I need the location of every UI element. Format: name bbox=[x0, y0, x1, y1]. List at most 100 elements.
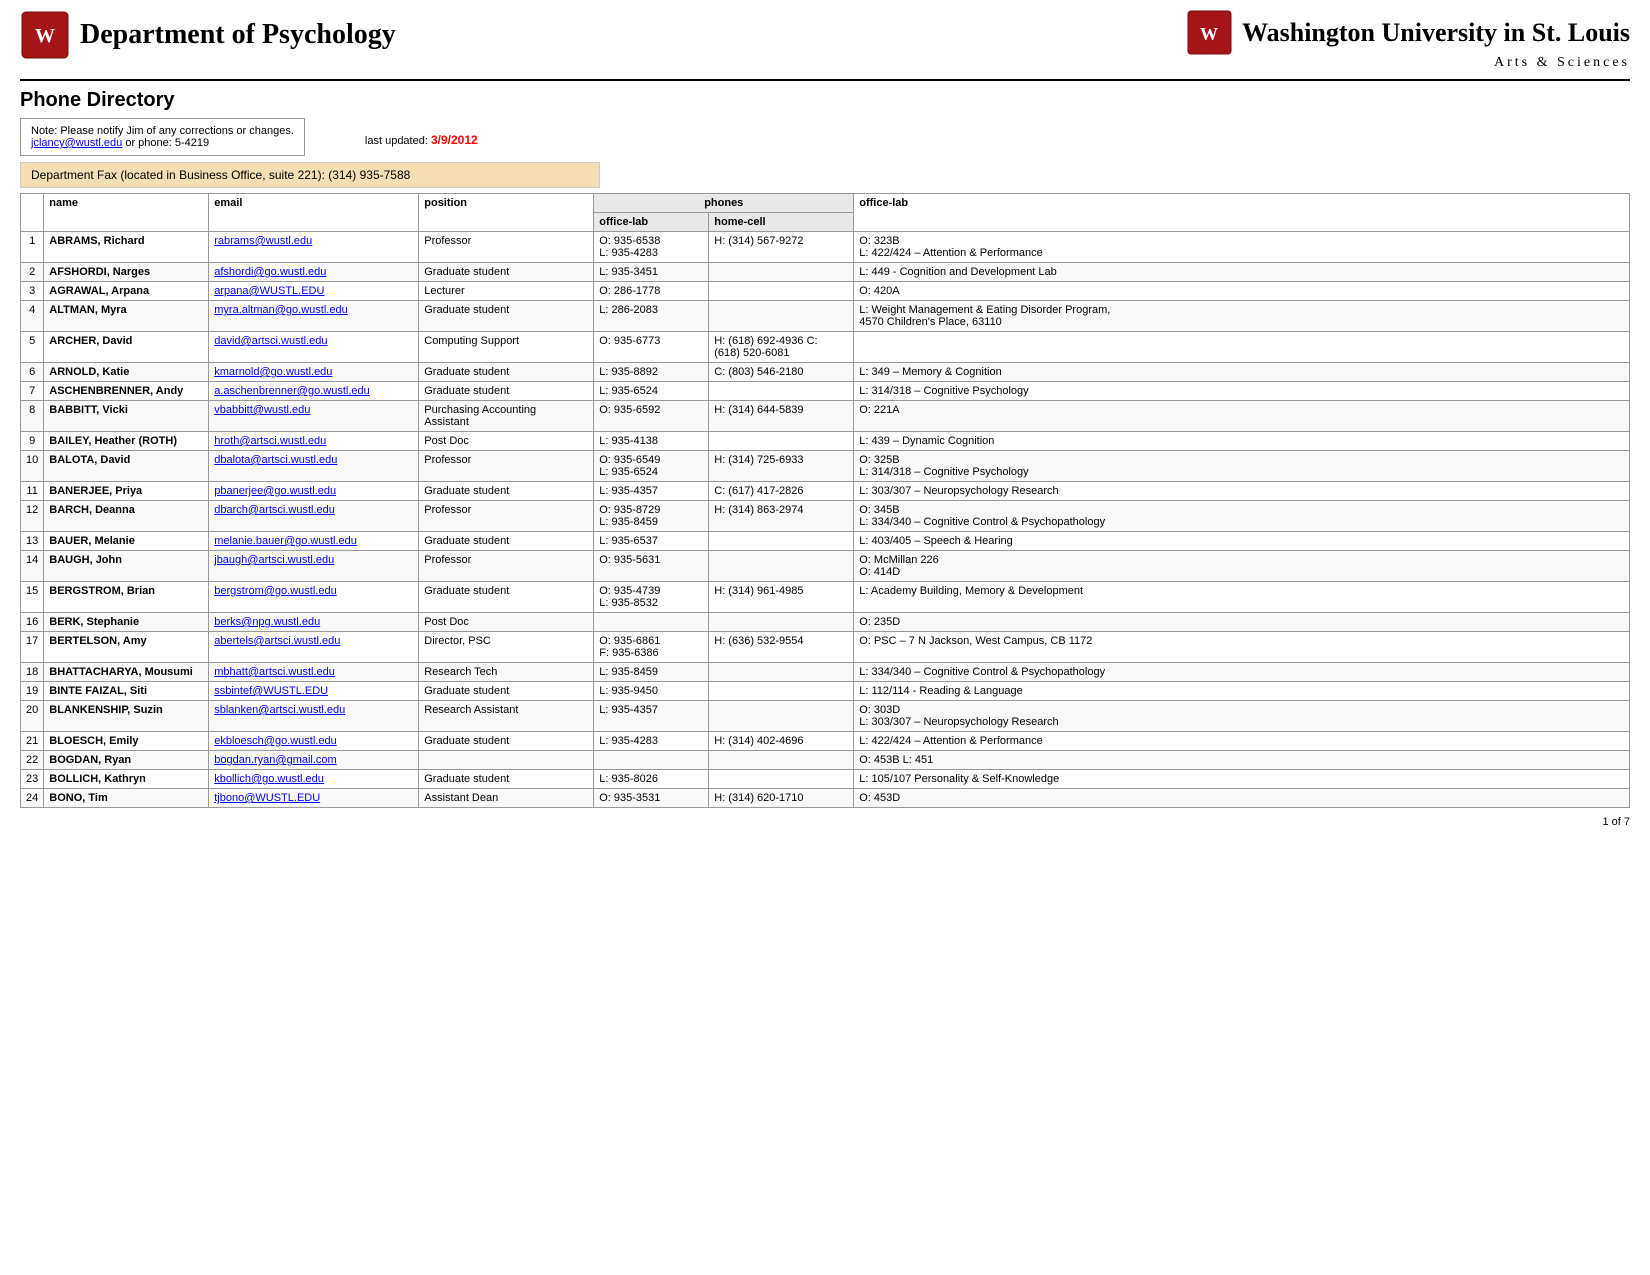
row-email[interactable]: berks@npg.wustl.edu bbox=[209, 613, 419, 632]
row-position: Graduate student bbox=[419, 363, 594, 382]
arts-sciences: Arts & Sciences bbox=[1494, 55, 1630, 71]
row-email[interactable]: dbarch@artsci.wustl.edu bbox=[209, 501, 419, 532]
row-email[interactable]: arpana@WUSTL.EDU bbox=[209, 282, 419, 301]
table-row: 5ARCHER, Daviddavid@artsci.wustl.eduComp… bbox=[21, 332, 1630, 363]
row-email[interactable]: tjbono@WUSTL.EDU bbox=[209, 789, 419, 808]
row-position: Graduate student bbox=[419, 482, 594, 501]
row-office-lab: L: Academy Building, Memory & Developmen… bbox=[854, 582, 1630, 613]
row-office-lab: O: 323B L: 422/424 – Attention & Perform… bbox=[854, 232, 1630, 263]
row-email[interactable]: sblanken@artsci.wustl.edu bbox=[209, 701, 419, 732]
wustl-shield-icon: W bbox=[20, 10, 70, 60]
row-email[interactable]: pbanerjee@go.wustl.edu bbox=[209, 482, 419, 501]
row-position: Computing Support bbox=[419, 332, 594, 363]
row-email[interactable]: ssbintef@WUSTL.EDU bbox=[209, 682, 419, 701]
row-email[interactable]: mbhatt@artsci.wustl.edu bbox=[209, 663, 419, 682]
row-name: BLANKENSHIP, Suzin bbox=[44, 701, 209, 732]
table-row: 22BOGDAN, Ryanbogdan.ryan@gmail.comO: 45… bbox=[21, 751, 1630, 770]
row-position: Graduate student bbox=[419, 301, 594, 332]
row-home-cell bbox=[709, 682, 854, 701]
row-office-lab: O: 453B L: 451 bbox=[854, 751, 1630, 770]
row-email[interactable]: bogdan.ryan@gmail.com bbox=[209, 751, 419, 770]
row-email[interactable]: melanie.bauer@go.wustl.edu bbox=[209, 532, 419, 551]
row-phones: O: 935-6592 bbox=[594, 401, 709, 432]
row-email[interactable]: ekbloesch@go.wustl.edu bbox=[209, 732, 419, 751]
fax-text: Department Fax (located in Business Offi… bbox=[31, 168, 410, 182]
row-email[interactable]: a.aschenbrenner@go.wustl.edu bbox=[209, 382, 419, 401]
table-row: 10BALOTA, Daviddbalota@artsci.wustl.eduP… bbox=[21, 451, 1630, 482]
row-email[interactable]: abertels@artsci.wustl.edu bbox=[209, 632, 419, 663]
row-name: BOLLICH, Kathryn bbox=[44, 770, 209, 789]
row-number: 24 bbox=[21, 789, 44, 808]
table-row: 20BLANKENSHIP, Suzinsblanken@artsci.wust… bbox=[21, 701, 1630, 732]
row-email[interactable]: bergstrom@go.wustl.edu bbox=[209, 582, 419, 613]
row-name: BARCH, Deanna bbox=[44, 501, 209, 532]
row-number: 20 bbox=[21, 701, 44, 732]
row-position: Professor bbox=[419, 501, 594, 532]
phone-dir-section: Phone Directory Note: Please notify Jim … bbox=[20, 89, 1630, 162]
table-row: 9BAILEY, Heather (ROTH)hroth@artsci.wust… bbox=[21, 432, 1630, 451]
row-position: Purchasing Accounting Assistant bbox=[419, 401, 594, 432]
row-home-cell bbox=[709, 301, 854, 332]
row-phones: O: 935-4739 L: 935-8532 bbox=[594, 582, 709, 613]
row-name: AGRAWAL, Arpana bbox=[44, 282, 209, 301]
table-row: 13BAUER, Melaniemelanie.bauer@go.wustl.e… bbox=[21, 532, 1630, 551]
page-info: 1 of 7 bbox=[1602, 816, 1630, 828]
last-updated-date: 3/9/2012 bbox=[431, 133, 478, 147]
directory-table: name email position phones office-lab of… bbox=[20, 193, 1630, 808]
row-position: Graduate student bbox=[419, 682, 594, 701]
row-name: BAUER, Melanie bbox=[44, 532, 209, 551]
row-name: BERK, Stephanie bbox=[44, 613, 209, 632]
row-email[interactable]: vbabbitt@wustl.edu bbox=[209, 401, 419, 432]
row-number: 12 bbox=[21, 501, 44, 532]
row-email[interactable]: hroth@artsci.wustl.edu bbox=[209, 432, 419, 451]
dept-title: Department of Psychology bbox=[80, 19, 396, 51]
row-position: Graduate student bbox=[419, 532, 594, 551]
row-name: BABBITT, Vicki bbox=[44, 401, 209, 432]
row-office-lab: O: 453D bbox=[854, 789, 1630, 808]
row-name: AFSHORDI, Narges bbox=[44, 263, 209, 282]
row-home-cell: H: (314) 725-6933 bbox=[709, 451, 854, 482]
row-home-cell bbox=[709, 551, 854, 582]
row-email[interactable]: david@artsci.wustl.edu bbox=[209, 332, 419, 363]
table-row: 16BERK, Stephanieberks@npg.wustl.eduPost… bbox=[21, 613, 1630, 632]
row-office-lab: L: 449 - Cognition and Development Lab bbox=[854, 263, 1630, 282]
row-position: Professor bbox=[419, 232, 594, 263]
row-office-lab: L: 422/424 – Attention & Performance bbox=[854, 732, 1630, 751]
row-number: 23 bbox=[21, 770, 44, 789]
row-number: 3 bbox=[21, 282, 44, 301]
row-email[interactable]: rabrams@wustl.edu bbox=[209, 232, 419, 263]
table-row: 8BABBITT, Vickivbabbitt@wustl.eduPurchas… bbox=[21, 401, 1630, 432]
table-row: 19BINTE FAIZAL, Sitissbintef@WUSTL.EDUGr… bbox=[21, 682, 1630, 701]
row-position: Lecturer bbox=[419, 282, 594, 301]
col-num-header bbox=[21, 194, 44, 232]
row-number: 5 bbox=[21, 332, 44, 363]
row-number: 13 bbox=[21, 532, 44, 551]
row-position: Graduate student bbox=[419, 263, 594, 282]
row-position: Research Assistant bbox=[419, 701, 594, 732]
row-home-cell: H: (314) 620-1710 bbox=[709, 789, 854, 808]
table-row: 14BAUGH, Johnjbaugh@artsci.wustl.eduProf… bbox=[21, 551, 1630, 582]
row-email[interactable]: myra.altman@go.wustl.edu bbox=[209, 301, 419, 332]
header-right: W Washington University in St. Louis Art… bbox=[1187, 10, 1630, 71]
row-number: 18 bbox=[21, 663, 44, 682]
row-email[interactable]: afshordi@go.wustl.edu bbox=[209, 263, 419, 282]
row-number: 16 bbox=[21, 613, 44, 632]
table-row: 6ARNOLD, Katiekmarnold@go.wustl.eduGradu… bbox=[21, 363, 1630, 382]
row-email[interactable]: kmarnold@go.wustl.edu bbox=[209, 363, 419, 382]
table-row: 11BANERJEE, Priyapbanerjee@go.wustl.eduG… bbox=[21, 482, 1630, 501]
row-phones: L: 935-8892 bbox=[594, 363, 709, 382]
notice-email[interactable]: jclancy@wustl.edu bbox=[31, 137, 122, 149]
notice-line1: Note: Please notify Jim of any correctio… bbox=[31, 125, 294, 137]
row-home-cell: H: (618) 692-4936 C: (618) 520-6081 bbox=[709, 332, 854, 363]
row-number: 8 bbox=[21, 401, 44, 432]
row-number: 2 bbox=[21, 263, 44, 282]
row-number: 11 bbox=[21, 482, 44, 501]
row-name: BAILEY, Heather (ROTH) bbox=[44, 432, 209, 451]
row-email[interactable]: jbaugh@artsci.wustl.edu bbox=[209, 551, 419, 582]
row-position: Post Doc bbox=[419, 432, 594, 451]
row-name: BONO, Tim bbox=[44, 789, 209, 808]
row-office-lab bbox=[854, 332, 1630, 363]
row-email[interactable]: kbollich@go.wustl.edu bbox=[209, 770, 419, 789]
row-name: BERTELSON, Amy bbox=[44, 632, 209, 663]
row-email[interactable]: dbalota@artsci.wustl.edu bbox=[209, 451, 419, 482]
